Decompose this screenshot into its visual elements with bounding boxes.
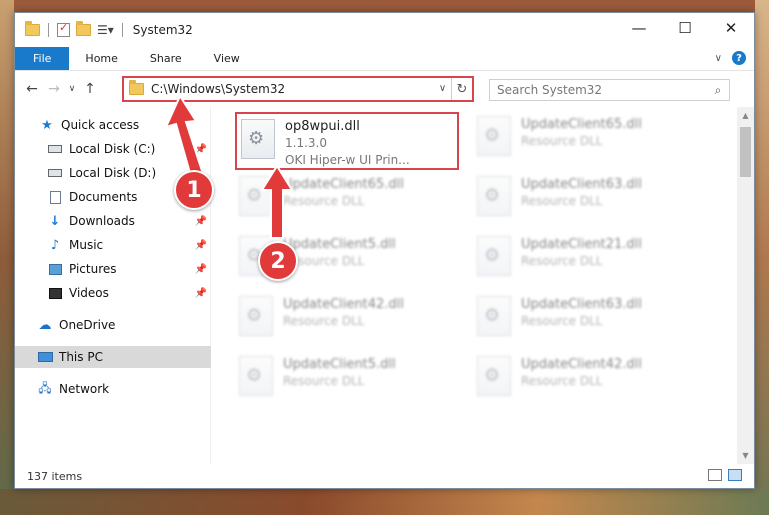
arrow-2 <box>260 164 294 239</box>
annotation-arrows <box>164 93 294 239</box>
step-1-badge: 1 <box>174 170 214 210</box>
step-2-badge: 2 <box>258 241 298 281</box>
arrow-1 <box>164 93 207 181</box>
